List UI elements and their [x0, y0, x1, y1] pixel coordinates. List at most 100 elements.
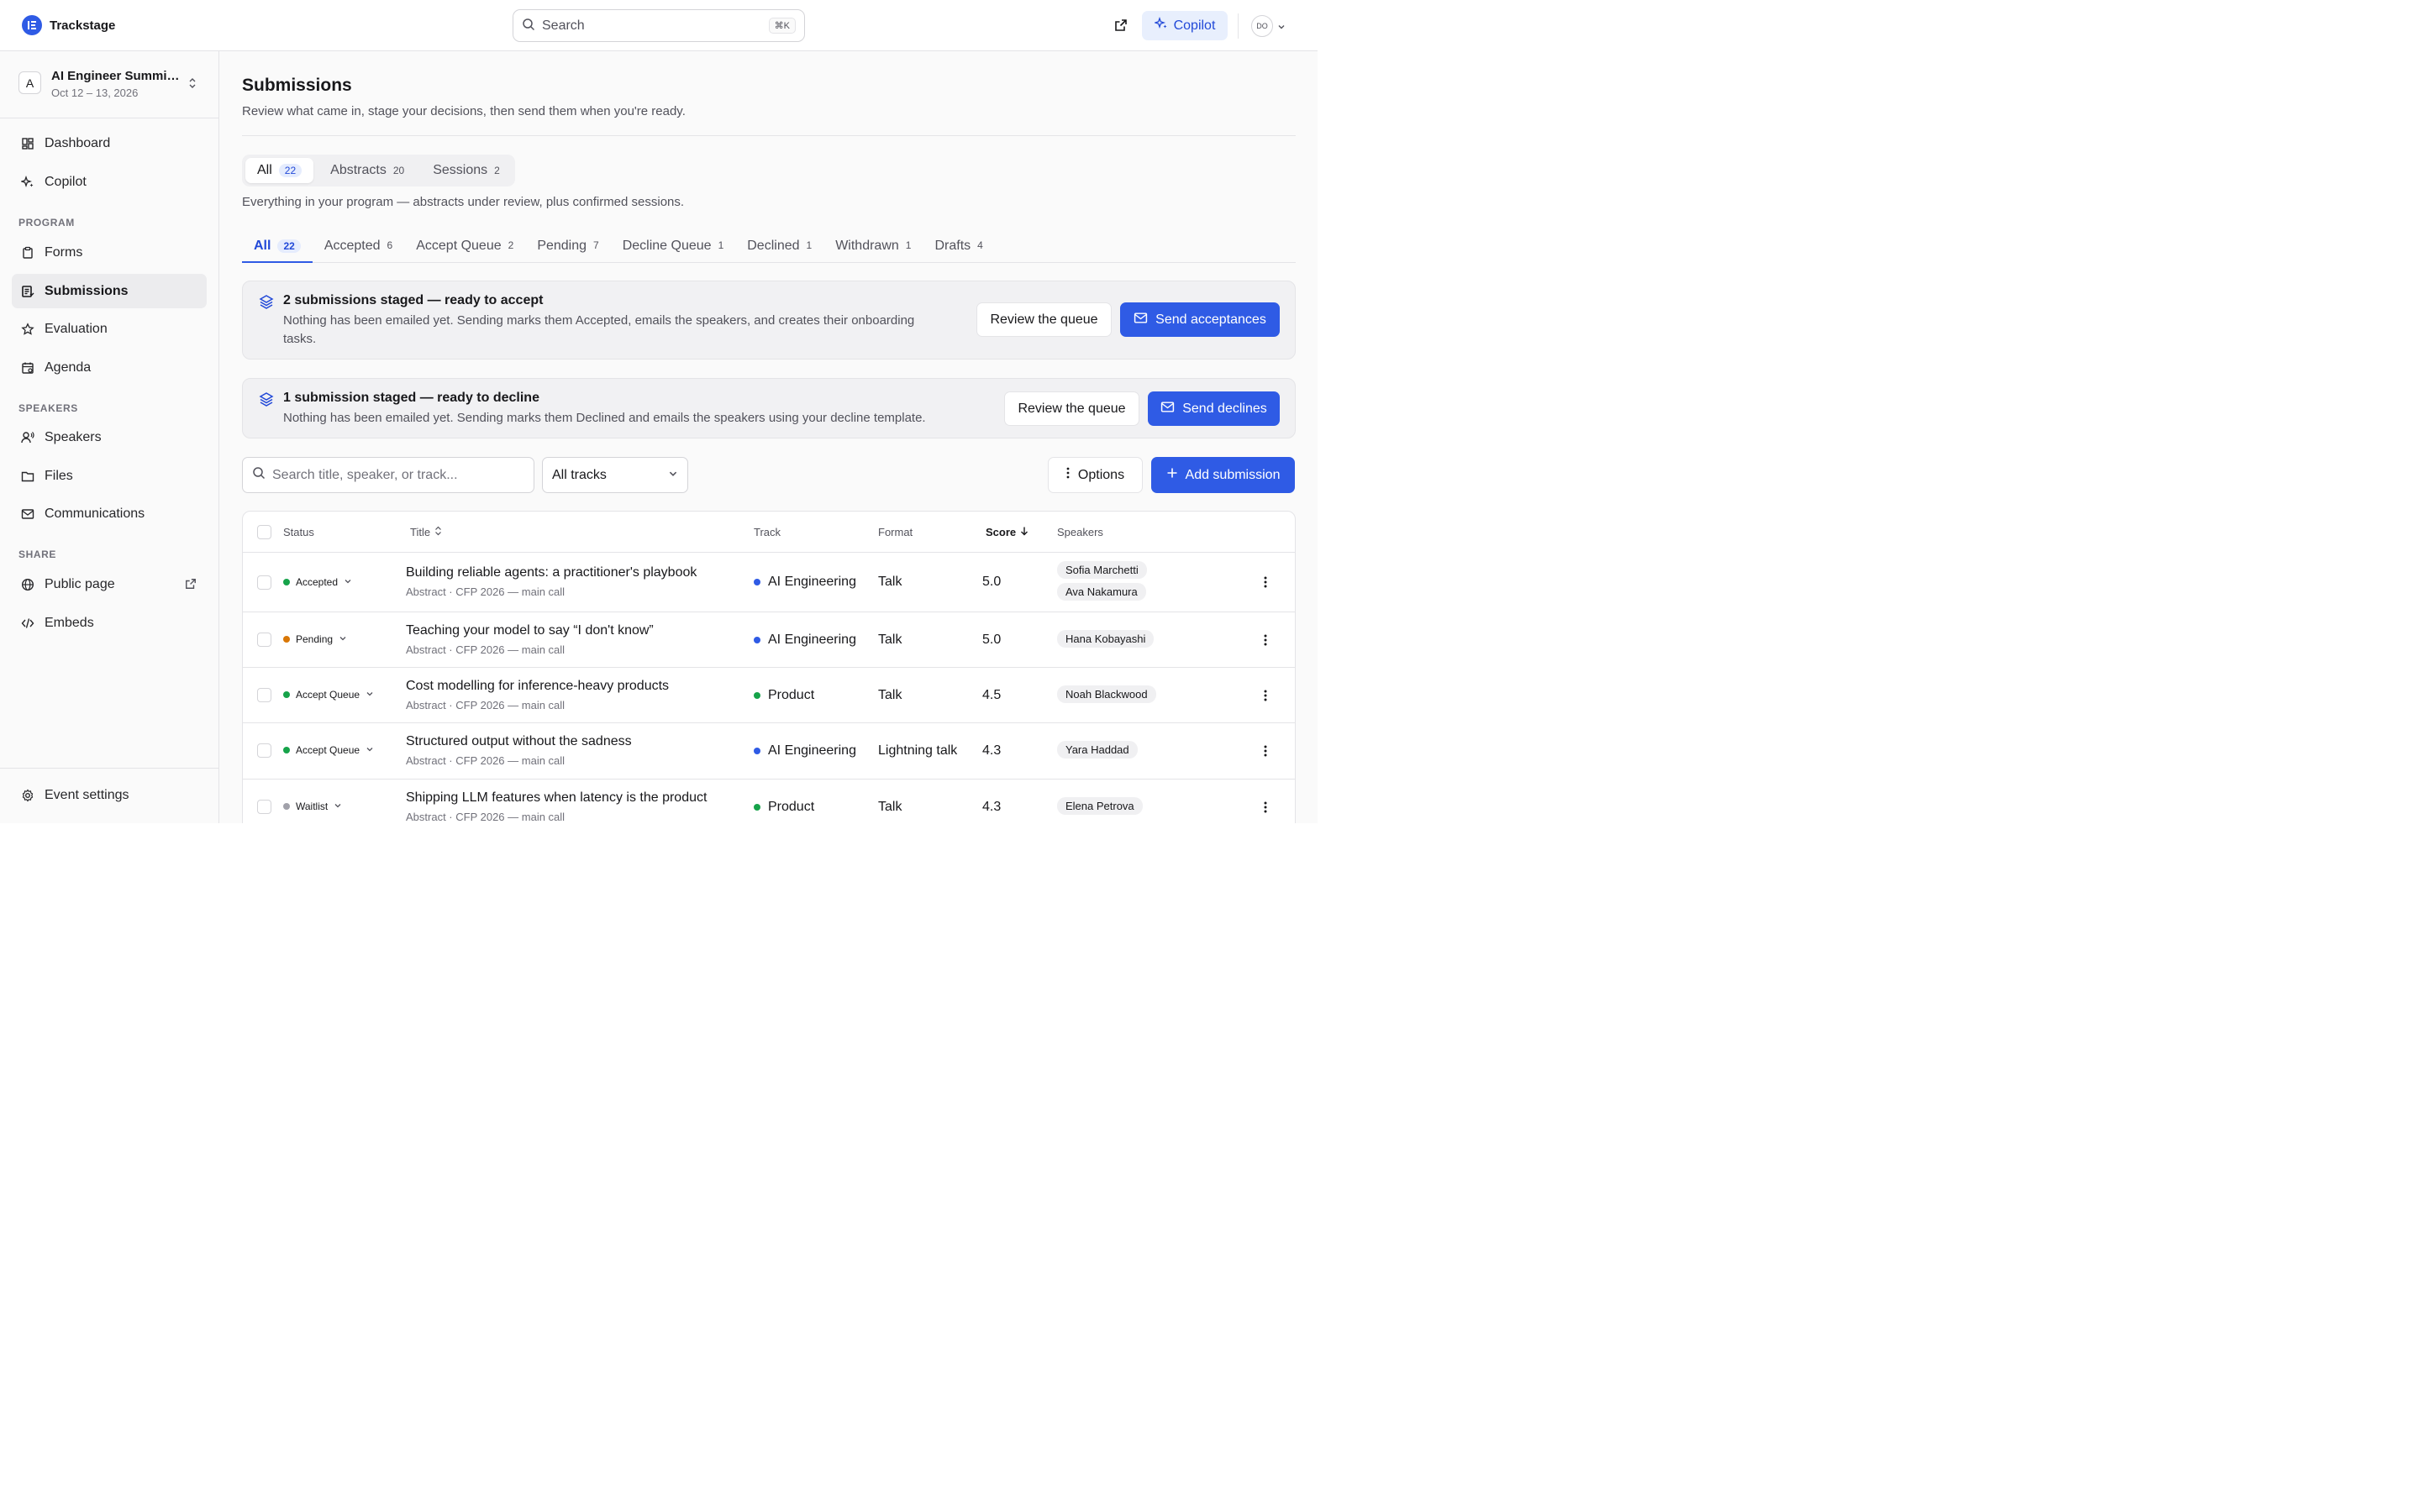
table-row[interactable]: Accepted Building reliable agents: a pra…: [243, 553, 1295, 612]
brand[interactable]: Trackstage: [22, 15, 115, 35]
sidebar-item-files[interactable]: Files: [12, 459, 207, 493]
user-avatar[interactable]: DO: [1251, 15, 1273, 37]
status-dropdown[interactable]: Pending: [283, 633, 347, 645]
status-dot: [283, 691, 290, 698]
submission-title-link[interactable]: Building reliable agents: a practitioner…: [406, 565, 697, 580]
submission-search-input[interactable]: Search title, speaker, or track...: [242, 457, 534, 493]
column-header-score[interactable]: Score: [986, 526, 1028, 538]
event-switcher[interactable]: A AI Engineer Summit 2026 Oct 12 – 13, 2…: [0, 51, 218, 118]
review-decline-queue-button[interactable]: Review the queue: [1004, 391, 1139, 426]
submission-title-link[interactable]: Cost modelling for inference-heavy produ…: [406, 679, 669, 694]
sidebar-item-copilot[interactable]: Copilot: [12, 165, 207, 199]
sidebar-item-communications[interactable]: Communications: [12, 496, 207, 531]
row-checkbox[interactable]: [257, 633, 271, 647]
row-checkbox[interactable]: [257, 575, 271, 590]
track-label: AI Engineering: [768, 633, 856, 647]
track-filter-select[interactable]: All tracks: [542, 457, 688, 493]
status-dropdown[interactable]: Accepted: [283, 576, 352, 588]
sidebar-item-dashboard[interactable]: Dashboard: [12, 126, 207, 160]
status-dot: [283, 636, 290, 643]
sidebar-item-event-settings[interactable]: Event settings: [12, 778, 207, 812]
sidebar-item-label: Event settings: [45, 787, 129, 802]
table-row[interactable]: Accept Queue Structured output without t…: [243, 723, 1295, 780]
segment-abstracts[interactable]: Abstracts 20: [318, 158, 416, 183]
speaker-chip[interactable]: Elena Petrova: [1057, 797, 1143, 815]
tab-count: 4: [977, 239, 983, 251]
tab-accept-queue[interactable]: Accept Queue 2: [404, 234, 525, 263]
sidebar-item-speakers[interactable]: Speakers: [12, 420, 207, 454]
add-submission-button[interactable]: Add submission: [1151, 457, 1295, 493]
row-actions-icon[interactable]: [1260, 688, 1271, 703]
speaker-chip[interactable]: Yara Haddad: [1057, 741, 1138, 759]
column-header-title[interactable]: Title: [410, 526, 442, 538]
table-row[interactable]: Pending Teaching your model to say “I do…: [243, 612, 1295, 668]
global-search[interactable]: Search ⌘K: [513, 9, 805, 42]
chevron-down-icon[interactable]: [1277, 20, 1286, 34]
tab-count: 6: [387, 239, 393, 251]
divider: [242, 135, 1296, 136]
clipboard-icon: [21, 246, 34, 260]
tab-accepted[interactable]: Accepted 6: [313, 234, 404, 263]
submission-title-link[interactable]: Teaching your model to say “I don't know…: [406, 623, 654, 638]
tab-decline-queue[interactable]: Decline Queue 1: [611, 234, 736, 263]
segment-sessions[interactable]: Sessions 2: [421, 158, 512, 183]
tab-pending[interactable]: Pending 7: [525, 234, 610, 263]
tab-withdrawn[interactable]: Withdrawn 1: [823, 234, 923, 263]
plus-icon: [1166, 467, 1178, 483]
send-acceptances-button[interactable]: Send acceptances: [1120, 302, 1280, 337]
header-label: Score: [986, 526, 1017, 538]
tab-declined[interactable]: Declined 1: [735, 234, 823, 263]
speaker-chip[interactable]: Ava Nakamura: [1057, 583, 1146, 601]
sparkle-icon: [1153, 17, 1168, 34]
status-dropdown[interactable]: Accept Queue: [283, 744, 374, 756]
sidebar-item-submissions[interactable]: Submissions: [12, 274, 207, 308]
row-checkbox[interactable]: [257, 688, 271, 702]
column-header-format[interactable]: Format: [878, 526, 913, 538]
row-checkbox[interactable]: [257, 743, 271, 758]
row-actions-icon[interactable]: [1260, 743, 1271, 759]
score-cell: 5.0: [982, 633, 1002, 647]
review-accept-queue-button[interactable]: Review the queue: [976, 302, 1112, 337]
row-actions-icon[interactable]: [1260, 633, 1271, 648]
tab-all[interactable]: All 22: [242, 234, 313, 263]
chevron-up-down-icon[interactable]: [187, 77, 198, 92]
sidebar-item-evaluation[interactable]: Evaluation: [12, 312, 207, 346]
submission-title-link[interactable]: Shipping LLM features when latency is th…: [406, 790, 707, 806]
send-mail-icon: [1160, 400, 1175, 418]
tab-drafts[interactable]: Drafts 4: [923, 234, 994, 263]
row-actions-icon[interactable]: [1260, 800, 1271, 815]
segment-description: Everything in your program — abstracts u…: [242, 195, 685, 209]
segment-label: All: [257, 163, 272, 177]
speaker-chip[interactable]: Sofia Marchetti: [1057, 561, 1147, 579]
search-icon: [522, 18, 535, 34]
status-dropdown[interactable]: Accept Queue: [283, 689, 374, 701]
track-filter-value: All tracks: [552, 467, 607, 482]
segment-all[interactable]: All 22: [245, 158, 314, 183]
speaker-chip[interactable]: Noah Blackwood: [1057, 685, 1156, 703]
sidebar-item-public-page[interactable]: Public page: [12, 567, 207, 601]
column-header-speakers[interactable]: Speakers: [1057, 526, 1103, 538]
sidebar-item-label: Copilot: [45, 174, 87, 189]
table-row[interactable]: Waitlist Shipping LLM features when late…: [243, 780, 1295, 823]
column-header-status[interactable]: Status: [283, 526, 314, 538]
external-link-icon[interactable]: [185, 578, 197, 594]
score-cell: 4.3: [982, 800, 1002, 814]
row-checkbox[interactable]: [257, 800, 271, 814]
options-button[interactable]: Options: [1048, 457, 1143, 493]
column-header-track[interactable]: Track: [754, 526, 781, 538]
submission-title-link[interactable]: Structured output without the sadness: [406, 734, 632, 749]
copilot-button[interactable]: Copilot: [1142, 11, 1228, 40]
status-dropdown[interactable]: Waitlist: [283, 801, 342, 812]
sort-icon: [434, 526, 442, 538]
select-all-checkbox[interactable]: [257, 525, 271, 539]
open-external-icon[interactable]: [1111, 15, 1131, 35]
sidebar-item-agenda[interactable]: Agenda: [12, 350, 207, 385]
row-actions-icon[interactable]: [1260, 575, 1271, 590]
sidebar-item-forms[interactable]: Forms: [12, 235, 207, 270]
send-declines-button[interactable]: Send declines: [1148, 391, 1280, 426]
status-label: Pending: [296, 633, 334, 645]
sidebar-item-embeds[interactable]: Embeds: [12, 606, 207, 640]
speaker-chip[interactable]: Hana Kobayashi: [1057, 630, 1155, 648]
table-row[interactable]: Accept Queue Cost modelling for inferenc…: [243, 668, 1295, 723]
submission-meta: Abstract · CFP 2026 — main call: [406, 754, 566, 767]
